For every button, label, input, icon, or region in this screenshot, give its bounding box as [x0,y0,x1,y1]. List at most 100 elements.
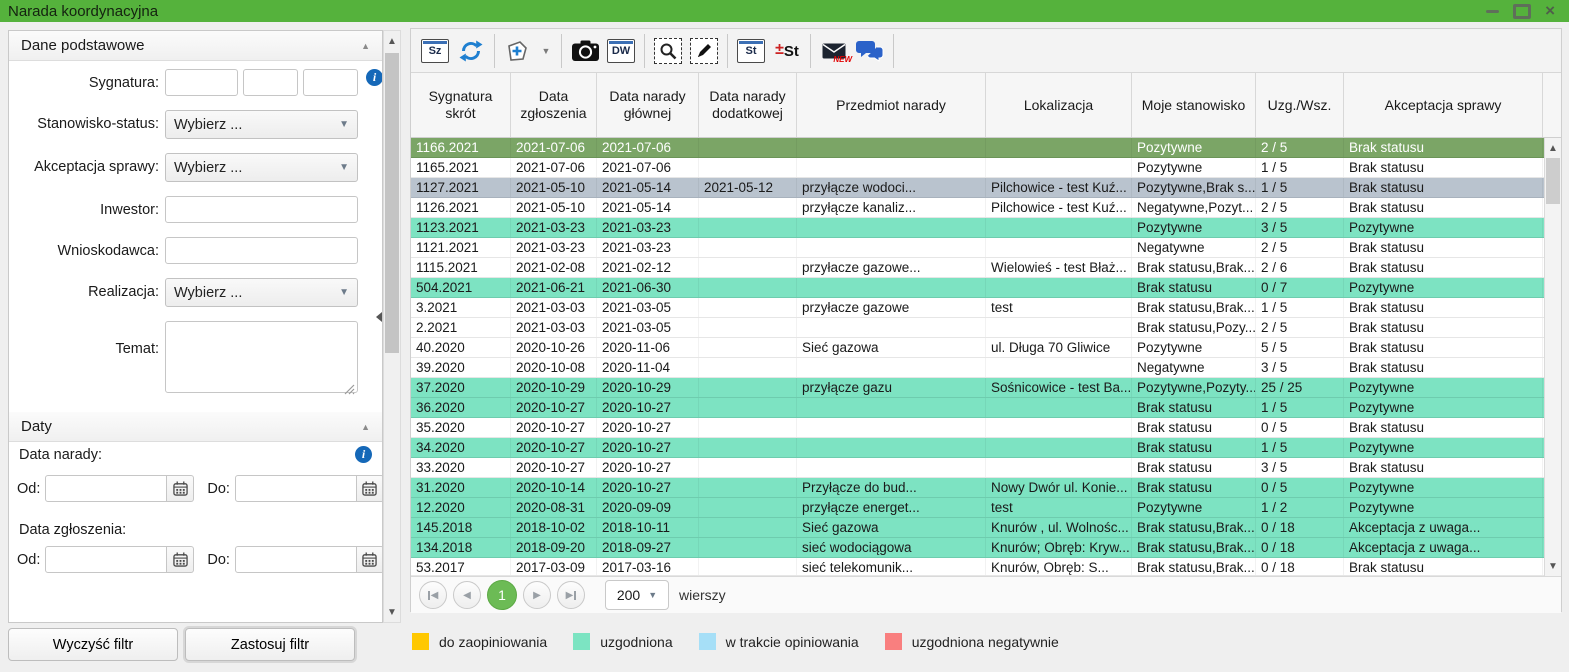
table-cell: Akceptacja z uwaga... [1344,538,1543,557]
data-zgloszenia-do-input[interactable] [235,546,357,573]
table-row[interactable]: 35.20202020-10-272020-10-27Brak statusu0… [411,418,1561,438]
panel-collapse-arrow[interactable] [376,312,382,322]
scroll-down-icon[interactable]: ▼ [384,603,400,621]
table-row[interactable]: 3.20212021-03-032021-03-05przyłacze gazo… [411,298,1561,318]
chat-button[interactable] [852,33,888,69]
table-cell: 12.2020 [411,498,511,517]
area-edit-button[interactable] [686,33,722,69]
table-row[interactable]: 53.20172017-03-092017-03-16sieć telekomu… [411,558,1561,576]
table-row[interactable]: 1115.20212021-02-082021-02-12przyłacze g… [411,258,1561,278]
filter-panel-scrollbar[interactable]: ▲ ▼ [383,30,401,623]
table-cell [797,398,986,417]
realizacja-select[interactable]: Wybierz ... ▼ [165,278,358,307]
info-icon[interactable]: i [355,446,372,463]
column-header[interactable]: Moje stanowisko [1132,73,1256,137]
column-header[interactable]: Uzg./Wsz. [1256,73,1344,137]
inwestor-input[interactable] [165,196,358,223]
minimize-icon[interactable] [1486,10,1499,13]
wnioskodawca-input[interactable] [165,237,358,264]
prev-page-button[interactable]: ◀ [453,581,481,609]
close-icon[interactable]: × [1545,4,1555,18]
table-cell: 2021-07-06 [597,158,699,177]
sz-window-button[interactable]: Sz [417,33,453,69]
data-narady-do-input[interactable] [235,475,357,502]
column-header[interactable]: Data narady głównej [597,73,699,137]
table-row[interactable]: 34.20202020-10-272020-10-27Brak statusu1… [411,438,1561,458]
table-row[interactable]: 145.20182018-10-022018-10-11Sieć gazowaK… [411,518,1561,538]
column-header[interactable]: Data narady dodatkowej [699,73,797,137]
calendar-button[interactable] [167,475,194,502]
table-row[interactable]: 134.20182018-09-202018-09-27sieć wodocią… [411,538,1561,558]
column-header[interactable]: Lokalizacja [986,73,1132,137]
table-row[interactable]: 1121.20212021-03-232021-03-23Negatywne2 … [411,238,1561,258]
add-geometry-dropdown[interactable]: ▼ [536,33,556,69]
section-header-daty[interactable]: Daty ▲ [9,412,382,442]
table-row[interactable]: 1165.20212021-07-062021-07-06Pozytywne1 … [411,158,1561,178]
resize-handle-icon[interactable] [344,384,355,395]
table-cell: 2021-05-10 [511,198,597,217]
st-plusminus-button[interactable]: ±St [769,33,805,69]
table-cell: przyłącze kanaliz... [797,198,986,217]
table-row[interactable]: 12.20202020-08-312020-09-09przyłącze ene… [411,498,1561,518]
first-page-button[interactable]: ◀ [419,581,447,609]
table-row[interactable]: 1126.20212021-05-102021-05-14przyłącze k… [411,198,1561,218]
sygnatura-input-2[interactable] [243,69,298,96]
table-row[interactable]: 39.20202020-10-082020-11-04Negatywne3 / … [411,358,1561,378]
table-cell: 0 / 7 [1256,278,1344,297]
temat-textarea[interactable] [165,321,358,393]
page-size-select[interactable]: 200 ▼ [605,580,669,610]
table-row[interactable]: 1127.20212021-05-102021-05-142021-05-12p… [411,178,1561,198]
table-cell: 1123.2021 [411,218,511,237]
snapshot-button[interactable] [567,33,603,69]
table-scrollbar[interactable]: ▲▼ [1544,138,1561,576]
table-cell: 2018-09-27 [597,538,699,557]
sygnatura-input-3[interactable] [303,69,358,96]
table-row[interactable]: 31.20202020-10-142020-10-27Przyłącze do … [411,478,1561,498]
sygnatura-input-1[interactable] [165,69,238,96]
dw-window-button[interactable]: DW [603,33,639,69]
akceptacja-sprawy-select[interactable]: Wybierz ... ▼ [165,153,358,182]
calendar-button[interactable] [167,546,194,573]
column-header[interactable]: Data zgłoszenia [511,73,597,137]
scrollbar-thumb[interactable] [385,53,399,353]
add-geometry-button[interactable] [500,33,536,69]
section-header-dane-podstawowe[interactable]: Dane podstawowe ▲ [9,31,382,61]
clear-filter-button[interactable]: Wyczyść filtr [8,628,178,661]
refresh-button[interactable] [453,33,489,69]
data-narady-od-input[interactable] [45,475,167,502]
new-message-button[interactable]: NEW [816,33,852,69]
next-page-button[interactable]: ▶ [523,581,551,609]
table-row[interactable]: 1166.20212021-07-062021-07-06Pozytywne2 … [411,138,1561,158]
scroll-down-icon[interactable]: ▼ [1545,557,1561,575]
scroll-up-icon[interactable]: ▲ [1545,139,1561,157]
table-cell [797,358,986,377]
table-row[interactable]: 504.20212021-06-212021-06-30Brak statusu… [411,278,1561,298]
last-page-button[interactable]: ▶ [557,581,585,609]
st-window-button[interactable]: St [733,33,769,69]
legend-color-swatch [885,633,902,650]
calendar-button[interactable] [357,475,383,502]
column-header[interactable]: Akceptacja sprawy [1344,73,1543,137]
stanowisko-status-select[interactable]: Wybierz ... ▼ [165,110,358,139]
table-cell [699,318,797,337]
current-page-button[interactable]: 1 [487,580,517,610]
table-row[interactable]: 1123.20212021-03-232021-03-23Pozytywne3 … [411,218,1561,238]
maximize-icon[interactable] [1513,4,1531,19]
table-row[interactable]: 37.20202020-10-292020-10-29przyłącze gaz… [411,378,1561,398]
scroll-up-icon[interactable]: ▲ [384,32,400,50]
table-row[interactable]: 36.20202020-10-272020-10-27Brak statusu1… [411,398,1561,418]
table-row[interactable]: 40.20202020-10-262020-11-06Sieć gazowaul… [411,338,1561,358]
column-header[interactable]: Sygnatura skrót [411,73,511,137]
apply-filter-button[interactable]: Zastosuj filtr [185,628,355,661]
table-row[interactable]: 2.20212021-03-032021-03-05Brak statusu,P… [411,318,1561,338]
data-zgloszenia-od-input[interactable] [45,546,167,573]
table-cell: przyłącze energet... [797,498,986,517]
scrollbar-thumb[interactable] [1546,158,1560,204]
table-row[interactable]: 33.20202020-10-272020-10-27Brak statusu3… [411,458,1561,478]
table-cell [699,418,797,437]
calendar-button[interactable] [357,546,383,573]
area-search-button[interactable] [650,33,686,69]
column-header[interactable]: Przedmiot narady [797,73,986,137]
table-cell: 40.2020 [411,338,511,357]
info-icon[interactable]: i [366,69,383,86]
